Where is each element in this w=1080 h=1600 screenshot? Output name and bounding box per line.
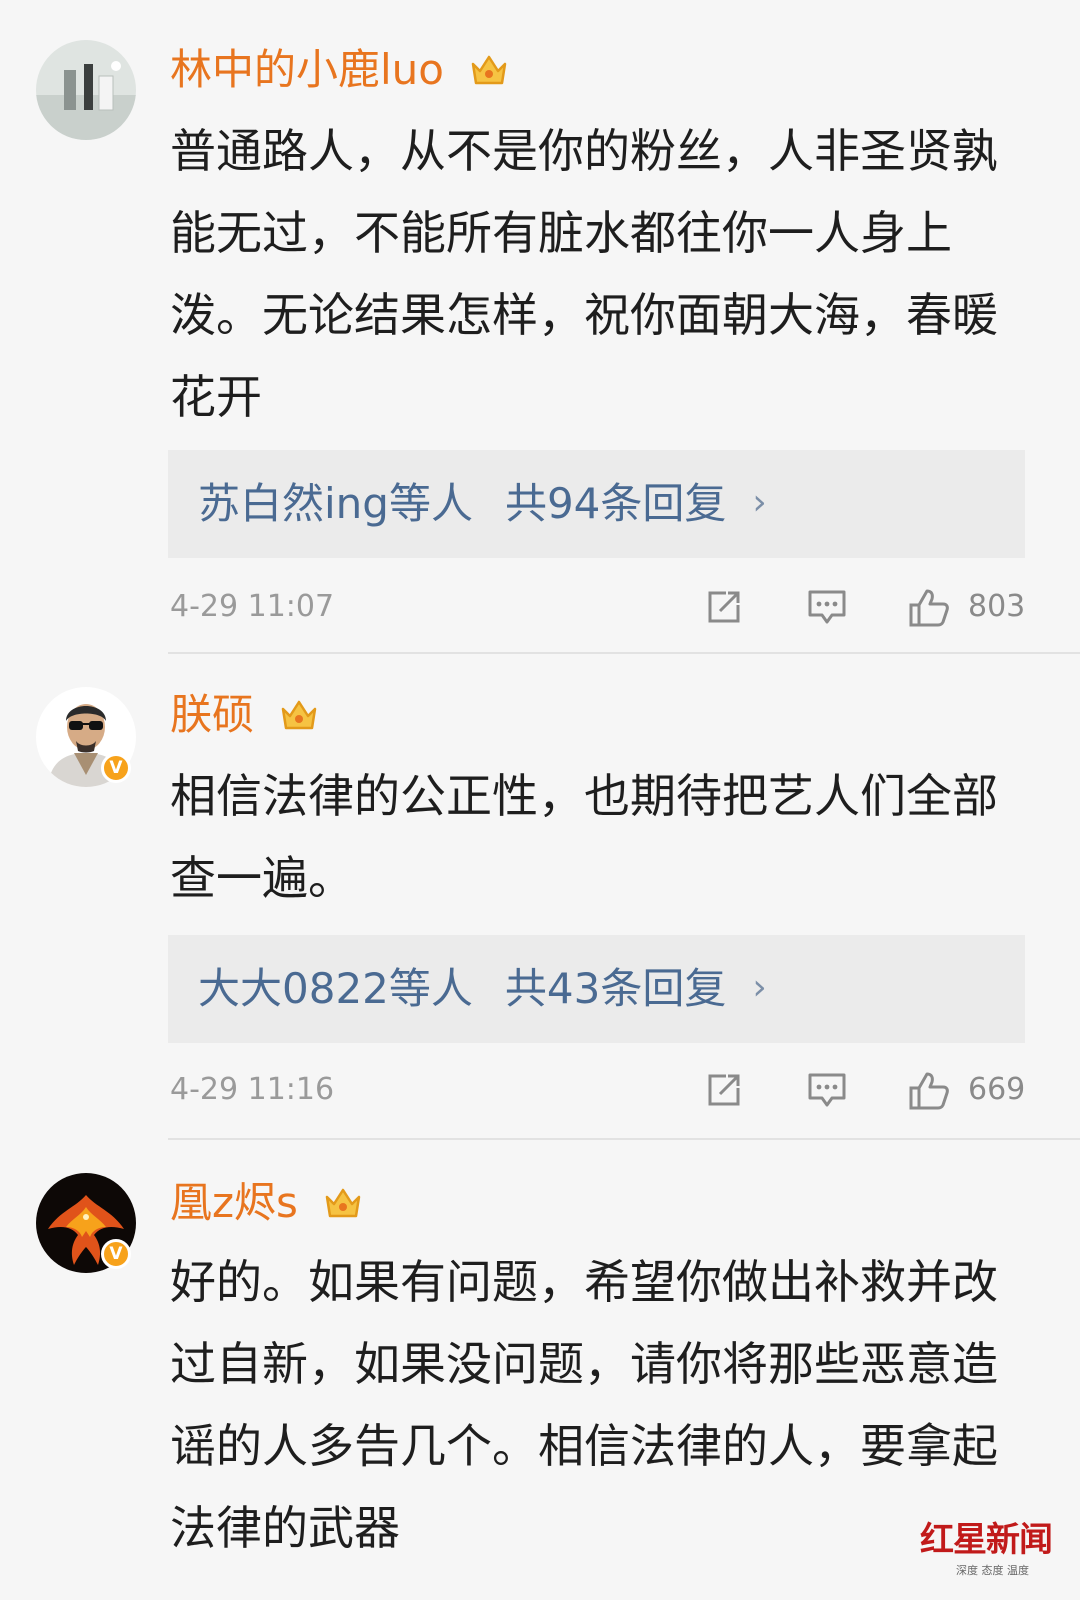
username[interactable]: 凰z烬s (170, 1178, 298, 1227)
verified-badge: V (101, 753, 131, 783)
comment-time: 4-29 11:16 (170, 1072, 335, 1107)
avatar-image (36, 40, 136, 140)
username[interactable]: 朕硕 (170, 690, 254, 739)
avatar[interactable] (36, 40, 136, 140)
replies-preview[interactable]: 苏白然ing等人 共94条回复 › (168, 450, 1025, 558)
comment-text: 好的。如果有问题，希望你做出补救并改过自新，如果没问题，请你将那些恶意造谣的人多… (170, 1255, 998, 1555)
watermark-slogan: 深度 态度 温度 (956, 1564, 1029, 1577)
comment-time: 4-29 11:07 (170, 589, 335, 624)
chevron-right-icon: › (752, 482, 767, 523)
comment-icon[interactable] (806, 1070, 848, 1110)
share-icon[interactable] (704, 587, 744, 627)
divider (168, 1138, 1080, 1140)
username[interactable]: 林中的小鹿luo (170, 45, 444, 94)
thumbs-up-icon[interactable] (907, 1070, 951, 1112)
crown-icon (282, 700, 317, 729)
comment-text: 相信法律的公正性，也期待把艺人们全部查一遍。 (170, 769, 998, 905)
like-count: 669 (968, 1072, 1026, 1107)
crown-icon (472, 55, 507, 84)
comment-item: V 朕硕 相信法律的公正性，也期待把艺人们全部查一遍。 大大0822等人 共43条… (0, 655, 1080, 1145)
watermark-logo: 红星新闻 深度 态度 温度 (920, 1512, 1070, 1592)
reply-count: 共94条回复 (504, 479, 727, 528)
watermark-title: 红星新闻 (920, 1520, 1053, 1560)
reply-users: 苏白然ing等人 (198, 479, 473, 528)
divider (168, 652, 1080, 654)
comment-icon[interactable] (806, 587, 848, 627)
share-icon[interactable] (704, 1070, 744, 1110)
reply-count: 共43条回复 (504, 964, 727, 1013)
comment-item: V 凰z烬s 好的。如果有问题，希望你做出补救并改过自新，如果没问题，请你将那些… (0, 1145, 1080, 1600)
crown-icon (326, 1188, 361, 1217)
comment-text: 普通路人，从不是你的粉丝，人非圣贤孰能无过，不能所有脏水都往你一人身上泼。无论结… (170, 124, 998, 424)
reply-users: 大大0822等人 (198, 964, 473, 1013)
thumbs-up-icon[interactable] (907, 587, 951, 629)
comment-item: 林中的小鹿luo 普通路人，从不是你的粉丝，人非圣贤孰能无过，不能所有脏水都往你… (0, 0, 1080, 655)
verified-badge: V (101, 1239, 131, 1269)
replies-preview[interactable]: 大大0822等人 共43条回复 › (168, 935, 1025, 1043)
chevron-right-icon: › (752, 967, 767, 1008)
like-count: 803 (968, 589, 1026, 624)
